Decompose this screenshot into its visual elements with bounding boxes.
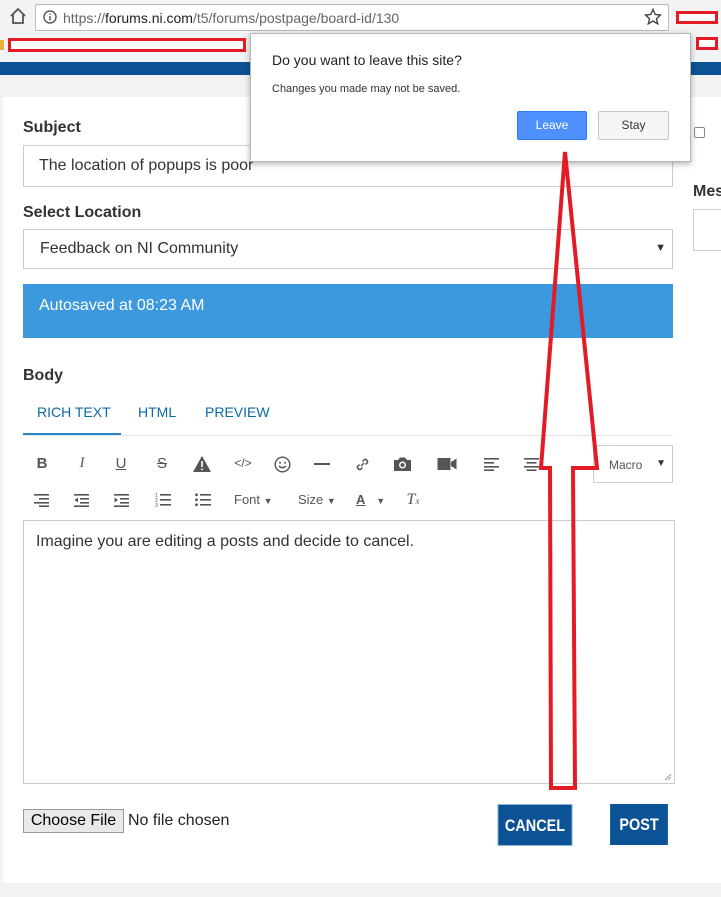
size-select[interactable]: Size ▼ xyxy=(298,492,336,507)
macro-select[interactable]: Macro ▼ xyxy=(593,445,673,483)
caret-down-icon: ▼ xyxy=(263,496,273,506)
align-left-icon[interactable] xyxy=(484,457,500,471)
autosave-banner: Autosaved at 08:23 AM xyxy=(23,284,673,338)
location-select[interactable]: Feedback on NI Community ▼ xyxy=(23,229,673,269)
emoji-icon[interactable] xyxy=(274,456,291,473)
url-path: /t5/forums/postpage/board-id/130 xyxy=(192,10,400,26)
outdent-icon[interactable] xyxy=(74,493,90,507)
font-select[interactable]: Font ▼ xyxy=(234,492,273,507)
size-label: Size xyxy=(298,492,324,507)
redaction-box xyxy=(676,11,718,24)
font-label: Font xyxy=(234,492,261,507)
tab-rich-text[interactable]: RICH TEXT xyxy=(37,404,111,420)
subject-value: The location of popups is poor xyxy=(39,157,254,174)
location-value: Feedback on NI Community xyxy=(40,240,239,257)
video-icon[interactable] xyxy=(437,457,457,471)
url-prefix: https:// xyxy=(63,10,106,26)
strikethrough-icon[interactable]: S xyxy=(151,455,173,472)
tab-divider xyxy=(23,435,673,436)
tab-preview[interactable]: PREVIEW xyxy=(205,404,270,420)
location-label: Select Location xyxy=(23,204,142,221)
text-color-icon: A xyxy=(356,492,366,507)
align-right-icon[interactable] xyxy=(34,493,50,507)
link-icon[interactable] xyxy=(354,456,371,473)
caret-down-icon: ▼ xyxy=(326,496,336,506)
warning-icon[interactable] xyxy=(192,455,212,473)
redaction-box xyxy=(8,38,246,52)
numbered-list-icon[interactable]: 123 xyxy=(155,492,171,507)
editor-text: Imagine you are editing a posts and deci… xyxy=(36,533,415,550)
side-checkbox[interactable] xyxy=(694,127,705,138)
dialog-title: Do you want to leave this site? xyxy=(272,52,462,68)
url-text[interactable]: https://forums.ni.com/t5/forums/postpage… xyxy=(63,10,399,26)
subject-label: Subject xyxy=(23,119,81,136)
horizontal-rule-icon[interactable] xyxy=(314,463,330,465)
bookmark-folder-icon[interactable] xyxy=(0,40,4,50)
no-file-text: No file chosen xyxy=(128,812,230,829)
resize-handle-icon[interactable] xyxy=(663,772,672,781)
dialog-message: Changes you made may not be saved. xyxy=(272,83,461,95)
macro-label: Macro xyxy=(609,458,643,472)
autosave-text: Autosaved at 08:23 AM xyxy=(39,297,205,314)
leave-site-dialog: Do you want to leave this site? Changes … xyxy=(250,33,691,162)
leave-button[interactable]: Leave xyxy=(517,111,587,140)
home-icon[interactable] xyxy=(8,6,28,26)
bold-icon[interactable]: B xyxy=(31,455,53,472)
side-input[interactable] xyxy=(693,209,721,251)
underline-icon[interactable]: U xyxy=(110,455,132,472)
post-button[interactable]: POST xyxy=(610,804,668,845)
info-icon[interactable] xyxy=(43,10,57,24)
address-bar[interactable]: https://forums.ni.com/t5/forums/postpage… xyxy=(35,4,669,31)
stay-button[interactable]: Stay xyxy=(598,111,669,140)
choose-file-button[interactable]: Choose File xyxy=(23,809,124,833)
body-label: Body xyxy=(23,367,63,384)
camera-icon[interactable] xyxy=(393,456,412,472)
text-color-select[interactable]: A ▼ xyxy=(356,492,385,507)
tab-html[interactable]: HTML xyxy=(138,404,176,420)
redaction-box xyxy=(696,37,718,50)
side-label: Mes xyxy=(693,183,721,200)
align-center-icon[interactable] xyxy=(524,457,540,471)
bookmark-star-icon[interactable] xyxy=(644,8,662,26)
dropdown-arrow-icon: ▼ xyxy=(655,242,666,254)
caret-down-icon: ▼ xyxy=(376,496,386,506)
code-icon[interactable]: </> xyxy=(232,456,254,470)
url-host: forums.ni.com xyxy=(105,10,193,26)
cancel-button[interactable]: CANCEL xyxy=(497,804,573,846)
chevron-down-icon: ▼ xyxy=(656,458,666,469)
clear-formatting-icon[interactable]: Tx xyxy=(402,491,424,509)
bullet-list-icon[interactable] xyxy=(195,492,211,507)
body-editor[interactable]: Imagine you are editing a posts and deci… xyxy=(23,520,675,784)
svg-text:3: 3 xyxy=(155,503,158,507)
italic-icon[interactable]: I xyxy=(71,455,93,472)
indent-icon[interactable] xyxy=(114,493,130,507)
